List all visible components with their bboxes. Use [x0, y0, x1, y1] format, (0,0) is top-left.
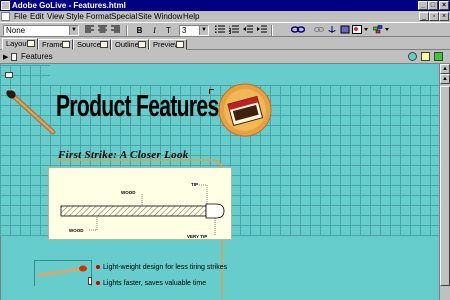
- source-icon: [100, 41, 108, 48]
- tab-layout[interactable]: Layout: [2, 38, 38, 50]
- menu-edit[interactable]: Edit: [30, 12, 44, 21]
- anchor-marker-icon[interactable]: [5, 72, 13, 78]
- expand-triangle-icon[interactable]: ▶: [3, 53, 8, 61]
- menu-view[interactable]: View: [47, 12, 64, 21]
- document-title: Features: [21, 52, 53, 61]
- page-properties-icon[interactable]: [408, 52, 417, 61]
- anchor-link-icon[interactable]: [326, 25, 337, 36]
- numbered-list-icon[interactable]: [228, 25, 239, 36]
- frames-icon: [62, 41, 70, 48]
- document-minimize-button[interactable]: _: [419, 12, 429, 21]
- list-item[interactable]: Lights faster, saves valuable time: [96, 280, 206, 287]
- label-wood-top: WOOD: [121, 190, 136, 195]
- scroll-up-button[interactable]: ▲: [440, 64, 450, 74]
- align-center-icon[interactable]: [97, 25, 108, 36]
- page-heading[interactable]: Product Features: [56, 88, 219, 124]
- list-item[interactable]: Light-weight design for less tiring stri…: [96, 264, 227, 271]
- match-diagram[interactable]: WOOD TIP WOOD VERY TIP: [48, 167, 232, 240]
- match-illustration: [6, 89, 56, 135]
- scrollbar-thumb[interactable]: [440, 86, 450, 286]
- tab-outline-label: Outline: [115, 40, 139, 49]
- paragraph-format-select[interactable]: None ▼: [3, 25, 79, 36]
- font-size-select[interactable]: 3 ▼: [179, 25, 209, 36]
- document-bar: ▶ Features: [0, 50, 450, 64]
- tab-layout-label: Layout: [6, 39, 29, 48]
- toolbar-separator: [271, 25, 273, 36]
- outline-icon: [138, 41, 146, 48]
- menu-bar: File Edit View Style Format Special Site…: [0, 11, 450, 22]
- preview-icon: [176, 41, 184, 48]
- list-icon[interactable]: [214, 25, 225, 36]
- outdent-icon[interactable]: [242, 25, 253, 36]
- indent-icon[interactable]: [256, 25, 267, 36]
- unlink-icon[interactable]: [313, 25, 324, 36]
- layout-tools-icon[interactable]: [373, 25, 389, 36]
- toolbar: None ▼ B I T 3 ▼: [0, 22, 450, 37]
- feature-text: Lights faster, saves valuable time: [103, 280, 207, 287]
- maximize-button[interactable]: □: [428, 1, 438, 10]
- minimize-button[interactable]: _: [418, 1, 428, 10]
- paragraph-format-value: None: [6, 26, 26, 35]
- section-subheading[interactable]: First Strike: A Closer Look: [58, 149, 189, 161]
- color-icon[interactable]: [339, 25, 350, 36]
- document-icon[interactable]: [1, 12, 10, 21]
- align-right-icon[interactable]: [110, 25, 121, 36]
- menu-help[interactable]: Help: [183, 12, 199, 21]
- italic-button[interactable]: I: [149, 25, 160, 36]
- document-restore-button[interactable]: ▫: [429, 12, 439, 21]
- tab-preview[interactable]: Preview: [149, 39, 187, 50]
- menu-window[interactable]: Window: [154, 12, 182, 21]
- menu-special[interactable]: Special: [111, 12, 137, 21]
- scroll-up-button-secondary[interactable]: ▲: [440, 74, 450, 84]
- menu-file[interactable]: File: [14, 12, 27, 21]
- bold-button[interactable]: B: [134, 25, 145, 36]
- javascript-icon[interactable]: [434, 52, 443, 61]
- menu-style[interactable]: Style: [66, 12, 84, 21]
- title-bar: Adobe GoLive - Features.html _ □ ×: [0, 0, 450, 11]
- close-button[interactable]: ×: [439, 1, 449, 10]
- label-very-tip: VERY TIP: [187, 234, 208, 239]
- head-section-icon[interactable]: [421, 52, 430, 61]
- feature-text: Light-weight design for less tiring stri…: [103, 264, 228, 271]
- bullet-icon: [96, 265, 100, 270]
- tab-source[interactable]: Source: [73, 39, 111, 50]
- tab-frames[interactable]: Frames: [38, 39, 73, 50]
- tab-source-label: Source: [77, 40, 101, 49]
- resize-handle-icon[interactable]: [88, 277, 92, 285]
- link-icon[interactable]: [290, 25, 306, 36]
- tab-outline[interactable]: Outline: [111, 39, 149, 50]
- label-wood-bottom: WOOD: [69, 228, 84, 233]
- view-tabs: Layout Frames Source Outline Preview: [0, 37, 450, 50]
- vertical-scrollbar[interactable]: ▲ ▲: [439, 64, 450, 300]
- image-tools-icon[interactable]: [352, 25, 368, 36]
- page-icon: [11, 53, 17, 61]
- window-title: Adobe GoLive - Features.html: [12, 1, 126, 10]
- first-strike-logo[interactable]: [213, 81, 277, 139]
- layout-icon: [27, 40, 35, 47]
- document-close-button[interactable]: ×: [439, 12, 449, 21]
- bullet-icon: [96, 281, 100, 286]
- label-tip: TIP: [191, 182, 199, 187]
- menu-format[interactable]: Format: [86, 12, 111, 21]
- match-thumbnail: [37, 265, 87, 277]
- font-size-value: 3: [182, 26, 187, 35]
- app-icon[interactable]: [1, 1, 10, 10]
- menu-site[interactable]: Site: [138, 12, 152, 21]
- chevron-down-icon: ▼: [199, 26, 208, 35]
- align-left-icon[interactable]: [84, 25, 95, 36]
- match-thumbnail-frame[interactable]: [34, 260, 92, 286]
- chevron-down-icon: ▼: [69, 26, 78, 35]
- toolbar-separator: [126, 25, 128, 36]
- teletype-button[interactable]: T: [163, 25, 174, 36]
